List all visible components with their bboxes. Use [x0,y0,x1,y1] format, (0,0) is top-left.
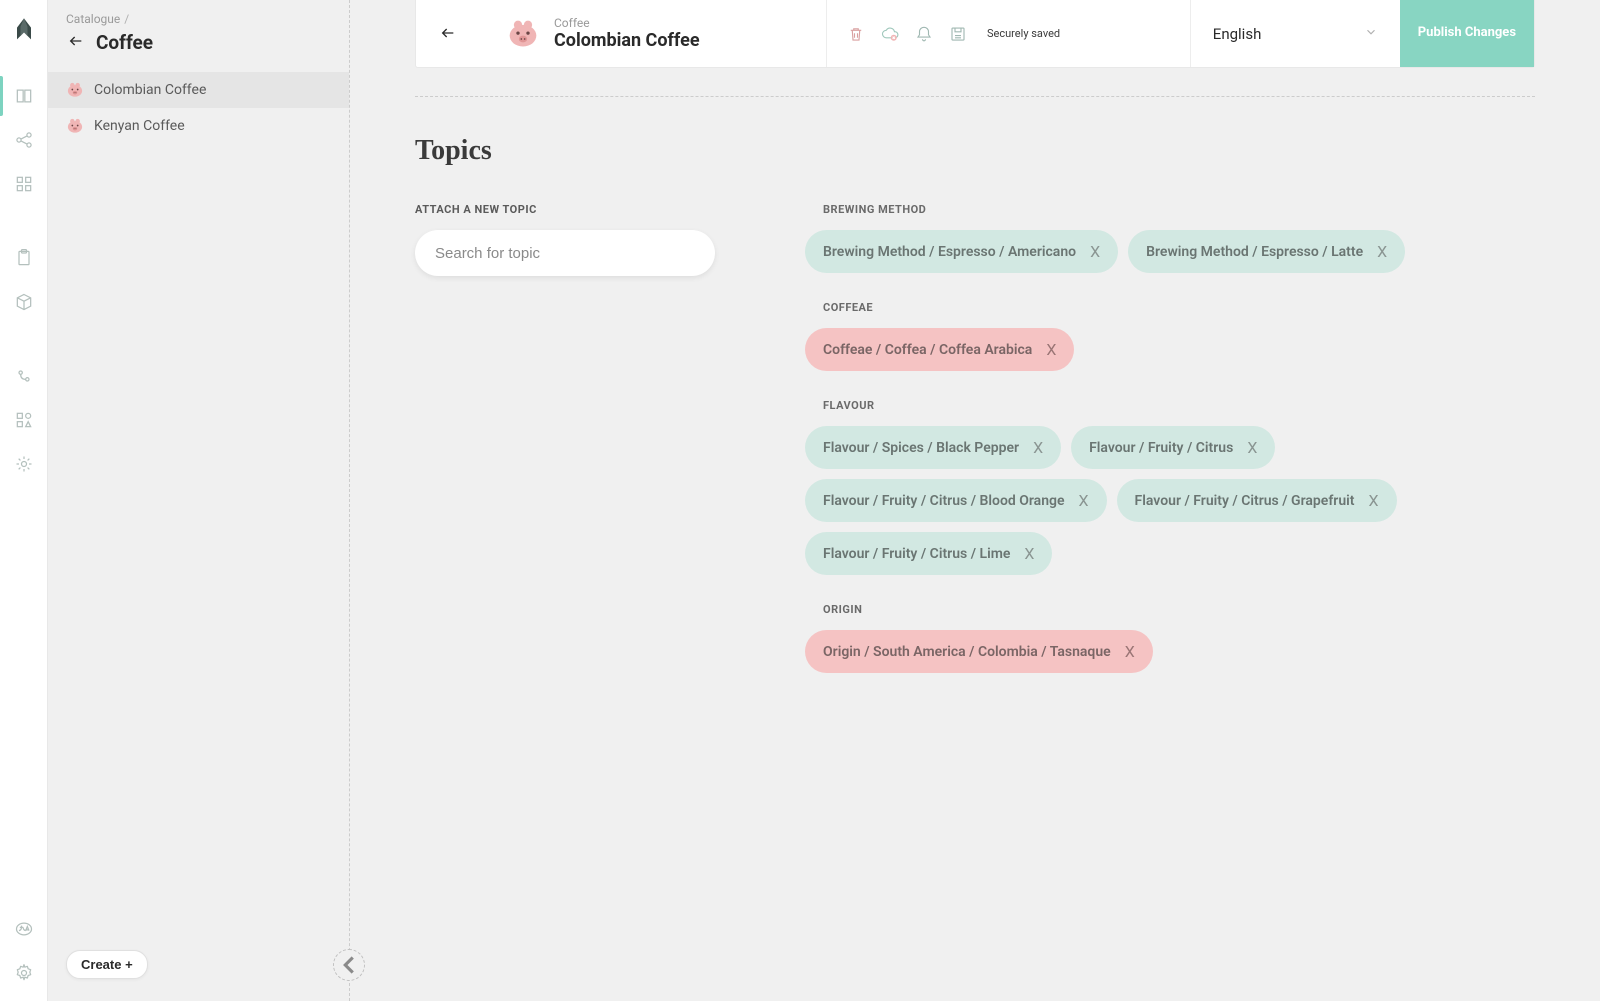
pig-icon [66,118,84,134]
topic-chip: Flavour / Fruity / Citrus X [1071,426,1275,469]
rail-share-icon[interactable] [14,130,34,150]
rail-gear-icon[interactable] [14,963,34,983]
chip-text: Brewing Method / Espresso / Americano [823,244,1076,260]
topics-heading: Topics [415,135,1535,167]
header-title: Colombian Coffee [554,30,700,51]
chip-text: Flavour / Fruity / Citrus / Grapefruit [1135,493,1355,509]
chip-remove-icon[interactable]: X [1377,242,1387,261]
chip-remove-icon[interactable]: X [1024,544,1034,563]
saved-status: Securely saved [987,27,1060,40]
sidebar-list: Colombian Coffee Kenyan Coffee [48,72,349,144]
topic-chip: Brewing Method / Espresso / Latte X [1128,230,1405,273]
header-breadcrumb: Coffee [554,16,700,30]
sidebar-item[interactable]: Colombian Coffee [48,72,349,108]
topic-group-label: BREWING METHOD [823,203,1535,216]
collapse-sidebar-icon[interactable] [333,949,365,981]
chip-remove-icon[interactable]: X [1033,438,1043,457]
publish-label: Publish Changes [1418,25,1516,42]
publish-button[interactable]: Publish Changes [1400,0,1534,67]
chevron-down-icon [1364,25,1378,43]
topic-group-label: ORIGIN [823,603,1535,616]
trash-icon[interactable] [847,25,865,43]
topic-chip: Coffeae / Coffea / Coffea Arabica X [805,328,1074,371]
rail-settings-icon[interactable] [14,454,34,474]
topic-groups-container: BREWING METHOD Brewing Method / Espresso … [805,203,1535,701]
app-logo[interactable] [10,16,38,44]
topic-chip: Brewing Method / Espresso / Americano X [805,230,1118,273]
rail-webhook-icon[interactable] [14,366,34,386]
sidebar-item-label: Colombian Coffee [94,82,206,98]
sidebar-item-label: Kenyan Coffee [94,118,185,134]
rail-shapes-icon[interactable] [14,410,34,430]
chip-text: Flavour / Spices / Black Pepper [823,440,1019,456]
chip-remove-icon[interactable]: X [1247,438,1257,457]
cloud-remove-icon[interactable] [881,25,899,43]
topic-group: BREWING METHOD Brewing Method / Espresso … [805,203,1535,273]
chip-text: Brewing Method / Espresso / Latte [1146,244,1363,260]
chip-remove-icon[interactable]: X [1090,242,1100,261]
topic-group-label: COFFEAE [823,301,1535,314]
topic-group: FLAVOURFlavour / Spices / Black PepperXF… [805,399,1535,575]
rail-catalogue-icon[interactable] [14,86,34,106]
topic-group: ORIGIN Origin / South America / Colombia … [805,603,1535,673]
chip-text: Flavour / Fruity / Citrus / Lime [823,546,1010,562]
attach-topic-label: ATTACH A NEW TOPIC [415,203,715,216]
chip-row: Origin / South America / Colombia / Tasn… [805,630,1535,673]
product-pig-icon [506,19,540,49]
chip-remove-icon[interactable]: X [1368,491,1378,510]
sidebar-breadcrumb[interactable]: Catalogue/ [66,12,331,26]
chip-text: Coffeae / Coffea / Coffea Arabica [823,342,1032,358]
chip-row: Brewing Method / Espresso / AmericanoXBr… [805,230,1535,273]
chip-text: Flavour / Fruity / Citrus [1089,440,1233,456]
topic-chip: Flavour / Fruity / Citrus / Blood Orange… [805,479,1107,522]
pig-icon [66,82,84,98]
save-disk-icon[interactable] [949,25,967,43]
main-content: Coffee Colombian Coffee Securely saved E… [350,0,1600,1001]
rail-clipboard-icon[interactable] [14,248,34,268]
rail-box-icon[interactable] [14,292,34,312]
topic-group: COFFEAE Coffeae / Coffea / Coffea Arabica… [805,301,1535,371]
icon-rail [0,0,48,1001]
header-back-icon[interactable] [438,22,458,46]
language-select[interactable]: English [1190,0,1400,67]
chip-remove-icon[interactable]: X [1046,340,1056,359]
chip-row: Flavour / Spices / Black PepperXFlavour … [805,426,1535,575]
language-label: English [1213,25,1262,43]
catalogue-sidebar: Catalogue/ Coffee Colombian Coffee Kenyan… [48,0,350,1001]
header-card: Coffee Colombian Coffee Securely saved E… [415,0,1535,68]
topic-group-label: FLAVOUR [823,399,1535,412]
topic-chip: Flavour / Spices / Black Pepper X [805,426,1061,469]
sidebar-title: Coffee [96,31,153,54]
bell-icon[interactable] [915,25,933,43]
topic-search-input[interactable] [415,230,715,276]
chip-text: Origin / South America / Colombia / Tasn… [823,644,1111,660]
rail-grid-icon[interactable] [14,174,34,194]
breadcrumb-text: Catalogue [66,12,120,26]
topic-chip: Flavour / Fruity / Citrus / Lime X [805,532,1052,575]
divider [415,96,1535,97]
chip-remove-icon[interactable]: X [1125,642,1135,661]
sidebar-item[interactable]: Kenyan Coffee [48,108,349,144]
rail-locale-icon[interactable] [14,919,34,939]
chip-text: Flavour / Fruity / Citrus / Blood Orange [823,493,1065,509]
create-button[interactable]: Create + [66,950,148,979]
sidebar-back-icon[interactable] [66,30,86,54]
chip-row: Coffeae / Coffea / Coffea Arabica X [805,328,1535,371]
topic-chip: Origin / South America / Colombia / Tasn… [805,630,1153,673]
chip-remove-icon[interactable]: X [1079,491,1089,510]
topic-chip: Flavour / Fruity / Citrus / Grapefruit X [1117,479,1397,522]
